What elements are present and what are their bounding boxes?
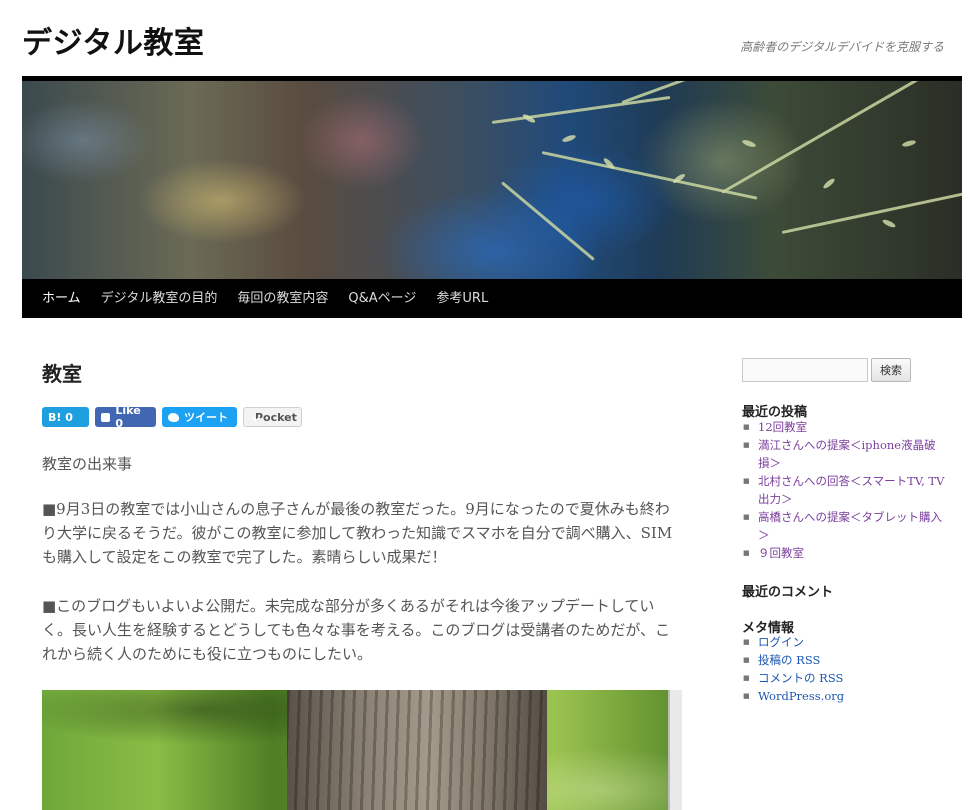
list-item: ９回教室 bbox=[742, 544, 947, 562]
list-item: 満江さんへの提案＜iphone液晶破損＞ bbox=[742, 436, 947, 472]
tweet-button[interactable]: ツイート bbox=[162, 407, 237, 427]
meta-list: ログイン 投稿の RSS コメントの RSS WordPress.org bbox=[742, 633, 947, 705]
post-lead: 教室の出来事 bbox=[42, 455, 133, 473]
recent-post-link[interactable]: 高橋さんへの提案＜タブレット購入＞ bbox=[758, 510, 942, 542]
search-button[interactable]: 検索 bbox=[871, 358, 911, 382]
pocket-label: Pocket bbox=[255, 410, 297, 424]
nav-item-qa[interactable]: Q&Aページ bbox=[338, 279, 426, 318]
fern-frond bbox=[781, 191, 962, 234]
fern-leaf bbox=[901, 139, 917, 148]
wordpress-org-link[interactable]: WordPress.org bbox=[758, 689, 844, 703]
login-link[interactable]: ログイン bbox=[758, 635, 804, 649]
list-item: ログイン bbox=[742, 633, 947, 651]
like-count: Like 0 bbox=[115, 404, 141, 430]
list-item: 北村さんへの回答＜スマートTV, TV出力＞ bbox=[742, 472, 947, 508]
recent-post-link[interactable]: 満江さんへの提案＜iphone液晶破損＞ bbox=[758, 438, 936, 470]
nav-item-class-content[interactable]: 毎回の教室内容 bbox=[227, 279, 338, 318]
nav-item-purpose[interactable]: デジタル教室の目的 bbox=[91, 279, 228, 318]
main-navigation: ホーム デジタル教室の目的 毎回の教室内容 Q&Aページ 参考URL bbox=[22, 279, 962, 318]
header-banner-image[interactable] bbox=[22, 81, 962, 279]
list-item: 12回教室 bbox=[742, 418, 947, 436]
photo-frame-edge bbox=[668, 690, 682, 810]
nav-item-home[interactable]: ホーム bbox=[32, 279, 91, 318]
pocket-button[interactable]: Pocket bbox=[243, 407, 302, 427]
post-title[interactable]: 教室 bbox=[42, 358, 82, 387]
fern-frond bbox=[721, 81, 922, 194]
post-paragraph: ■このブログもいよいよ公開だ。未完成な部分が多くあるがそれは今後アップデートして… bbox=[42, 597, 671, 663]
tree-trunk bbox=[287, 690, 547, 810]
list-item: WordPress.org bbox=[742, 687, 947, 705]
recent-posts-list: 12回教室 満江さんへの提案＜iphone液晶破損＞ 北村さんへの回答＜スマート… bbox=[742, 418, 947, 562]
hatena-bookmark-button[interactable]: B! 0 bbox=[42, 407, 89, 427]
recent-post-link[interactable]: 北村さんへの回答＜スマートTV, TV出力＞ bbox=[758, 474, 944, 506]
list-item: コメントの RSS bbox=[742, 669, 947, 687]
fern-frond bbox=[491, 95, 671, 124]
posts-rss-link[interactable]: 投稿の RSS bbox=[758, 653, 820, 667]
post-paragraph: ■9月3日の教室では小山さんの息子さんが最後の教室だった。9月になったので夏休み… bbox=[42, 500, 673, 566]
nav-item-reference-url[interactable]: 参考URL bbox=[426, 279, 498, 318]
thumbs-up-icon bbox=[101, 412, 111, 422]
page: デジタル教室 高齢者のデジタルデバイドを克服する ホーム デジタル教室の目的 毎… bbox=[0, 0, 970, 810]
fern-leaf bbox=[741, 138, 757, 149]
site-description: 高齢者のデジタルデバイドを克服する bbox=[740, 40, 944, 54]
list-item: 投稿の RSS bbox=[742, 651, 947, 669]
post-photo[interactable] bbox=[42, 690, 682, 810]
list-item: 高橋さんへの提案＜タブレット購入＞ bbox=[742, 508, 947, 544]
recent-post-link[interactable]: ９回教室 bbox=[758, 546, 804, 560]
fern-leaf bbox=[881, 218, 897, 229]
twitter-bird-icon bbox=[168, 412, 179, 422]
tweet-label: ツイート bbox=[184, 411, 228, 424]
facebook-like-button[interactable]: Like 0 bbox=[95, 404, 156, 430]
fern-leaf bbox=[561, 133, 577, 144]
search-input[interactable] bbox=[742, 358, 868, 382]
share-buttons: B! 0 Like 0 ツイート Pocket bbox=[42, 404, 302, 430]
hatena-count: B! 0 bbox=[48, 410, 73, 424]
site-title[interactable]: デジタル教室 bbox=[22, 18, 204, 62]
comments-rss-link[interactable]: コメントの RSS bbox=[758, 671, 843, 685]
fern-frond bbox=[501, 181, 595, 261]
fern-leaf bbox=[822, 177, 836, 190]
recent-post-link[interactable]: 12回教室 bbox=[758, 420, 807, 434]
recent-comments-title: 最近のコメント bbox=[742, 585, 834, 600]
